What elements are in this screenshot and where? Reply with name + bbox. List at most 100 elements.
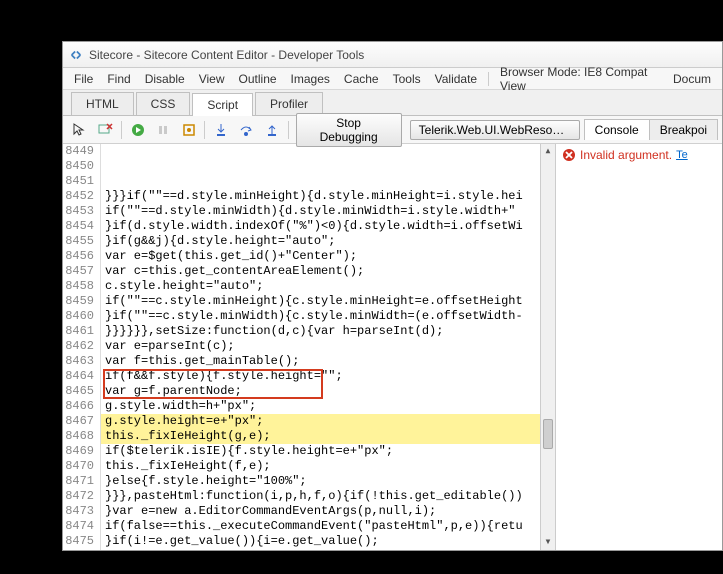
tab-html[interactable]: HTML	[71, 92, 134, 115]
code-line[interactable]: if(""==c.style.minHeight){c.style.minHei…	[101, 294, 555, 309]
line-number: 8469	[63, 444, 94, 459]
line-number: 8468	[63, 429, 94, 444]
line-number: 8462	[63, 339, 94, 354]
code-line[interactable]: var c=this.get_contentAreaElement();	[101, 264, 555, 279]
code-line[interactable]: }}},pasteHtml:function(i,p,h,f,o){if(!th…	[101, 489, 555, 504]
break-all-icon[interactable]	[177, 119, 200, 141]
devtools-icon	[69, 48, 83, 62]
tab-css[interactable]: CSS	[136, 92, 191, 115]
menu-bar: File Find Disable View Outline Images Ca…	[63, 68, 722, 90]
error-icon	[562, 148, 576, 162]
line-number: 8476	[63, 549, 94, 550]
code-pane: 8449845084518452845384548455845684578458…	[63, 144, 556, 550]
code-line[interactable]: var f=this.get_mainTable();	[101, 354, 555, 369]
line-number: 8459	[63, 294, 94, 309]
line-number: 8461	[63, 324, 94, 339]
line-number: 8450	[63, 159, 94, 174]
code-line[interactable]: var g=f.parentNode;	[101, 384, 555, 399]
line-number: 8457	[63, 264, 94, 279]
menu-file[interactable]: File	[67, 70, 100, 88]
line-number: 8455	[63, 234, 94, 249]
line-number: 8460	[63, 309, 94, 324]
menu-disable[interactable]: Disable	[138, 70, 192, 88]
code-line[interactable]: }if(i!=e.get_value()){i=e.get_value();	[101, 534, 555, 549]
menu-tools[interactable]: Tools	[386, 70, 428, 88]
code-line[interactable]: }}}}}},setSize:function(d,c){var h=parse…	[101, 324, 555, 339]
line-number: 8470	[63, 459, 94, 474]
code-line[interactable]: if(f&&f.style){f.style.height="";	[101, 369, 555, 384]
code-line[interactable]: var e=$get(this.get_id()+"Center");	[101, 249, 555, 264]
line-number: 8452	[63, 189, 94, 204]
code-line[interactable]: c.style.height="auto";	[101, 279, 555, 294]
toolbar-separator	[288, 121, 289, 139]
menu-images[interactable]: Images	[284, 70, 337, 88]
code-line[interactable]: }}}if(""==d.style.minHeight){d.style.min…	[101, 189, 555, 204]
code-line[interactable]: if($telerik.isIE){f.style.height=e+"px";	[101, 444, 555, 459]
select-element-icon[interactable]	[68, 119, 91, 141]
console-error-row[interactable]: Invalid argument. Te	[562, 148, 716, 162]
line-number: 8449	[63, 144, 94, 159]
menu-view[interactable]: View	[192, 70, 232, 88]
error-link[interactable]: Te	[676, 149, 688, 161]
code-line[interactable]: }if(d.style.width.indexOf("%")<0){d.styl…	[101, 219, 555, 234]
window-title: Sitecore - Sitecore Content Editor - Dev…	[89, 48, 364, 62]
scroll-up-icon[interactable]: ▴	[541, 144, 555, 159]
toolbar-separator	[204, 121, 205, 139]
code-line[interactable]: }else{f.style.height="100%";	[101, 474, 555, 489]
menu-separator	[488, 72, 489, 86]
code-column[interactable]: }}}if(""==d.style.minHeight){d.style.min…	[101, 144, 555, 550]
step-into-icon[interactable]	[209, 119, 232, 141]
code-line[interactable]: if(""==d.style.minWidth){d.style.minWidt…	[101, 204, 555, 219]
tab-console[interactable]: Console	[584, 119, 650, 140]
tab-breakpoints[interactable]: Breakpoi	[650, 119, 718, 140]
line-number: 8465	[63, 384, 94, 399]
line-gutter: 8449845084518452845384548455845684578458…	[63, 144, 101, 550]
line-number: 8472	[63, 489, 94, 504]
code-line[interactable]: }var e=new a.EditorCommandEventArgs(p,nu…	[101, 504, 555, 519]
line-number: 8458	[63, 279, 94, 294]
line-number: 8474	[63, 519, 94, 534]
toolbar: Stop Debugging Telerik.Web.UI.WebResourc…	[63, 116, 722, 144]
code-line[interactable]: g.style.height=e+"px";	[101, 414, 555, 429]
line-number: 8463	[63, 354, 94, 369]
browser-mode-label[interactable]: Browser Mode: IE8 Compat View	[493, 63, 666, 95]
code-line[interactable]: this._fixIeHeight(f,e);	[101, 459, 555, 474]
clear-icon[interactable]	[93, 119, 116, 141]
tab-profiler[interactable]: Profiler	[255, 92, 323, 115]
line-number: 8453	[63, 204, 94, 219]
menu-outline[interactable]: Outline	[232, 70, 284, 88]
vertical-scrollbar[interactable]: ▴ ▾	[540, 144, 555, 550]
line-number: 8467	[63, 414, 94, 429]
code-line[interactable]: this._fixIeHeight(g,e);	[101, 429, 555, 444]
line-number: 8473	[63, 504, 94, 519]
line-number: 8456	[63, 249, 94, 264]
code-line[interactable]: if(false==this._executeCommandEvent("pas…	[101, 519, 555, 534]
stop-debugging-button[interactable]: Stop Debugging	[296, 113, 402, 147]
console-pane: Invalid argument. Te	[556, 144, 722, 550]
menu-validate[interactable]: Validate	[428, 70, 484, 88]
line-number: 8475	[63, 534, 94, 549]
pause-icon[interactable]	[151, 119, 174, 141]
menu-cache[interactable]: Cache	[337, 70, 386, 88]
document-mode-label[interactable]: Docum	[666, 70, 718, 88]
scroll-track[interactable]	[541, 159, 555, 535]
code-line[interactable]: }if(g&&j){d.style.height="auto";	[101, 234, 555, 249]
tab-script[interactable]: Script	[192, 93, 253, 116]
scroll-down-icon[interactable]: ▾	[541, 535, 555, 550]
line-number: 8451	[63, 174, 94, 189]
code-line[interactable]: }if(""==c.style.minWidth){c.style.minWid…	[101, 309, 555, 324]
toolbar-separator	[121, 121, 122, 139]
step-over-icon[interactable]	[235, 119, 258, 141]
code-line[interactable]: var e=parseInt(c);	[101, 339, 555, 354]
code-line[interactable]: g.style.width=h+"px";	[101, 399, 555, 414]
code-line[interactable]: }var j=this.getLocalizedString(p);	[101, 549, 555, 550]
line-number: 8471	[63, 474, 94, 489]
play-icon[interactable]	[126, 119, 149, 141]
line-number: 8466	[63, 399, 94, 414]
scroll-thumb[interactable]	[543, 419, 553, 449]
line-number: 8454	[63, 219, 94, 234]
script-file-selector[interactable]: Telerik.Web.UI.WebResource....	[410, 120, 580, 140]
menu-find[interactable]: Find	[100, 70, 137, 88]
step-out-icon[interactable]	[260, 119, 283, 141]
error-text: Invalid argument.	[580, 148, 672, 162]
